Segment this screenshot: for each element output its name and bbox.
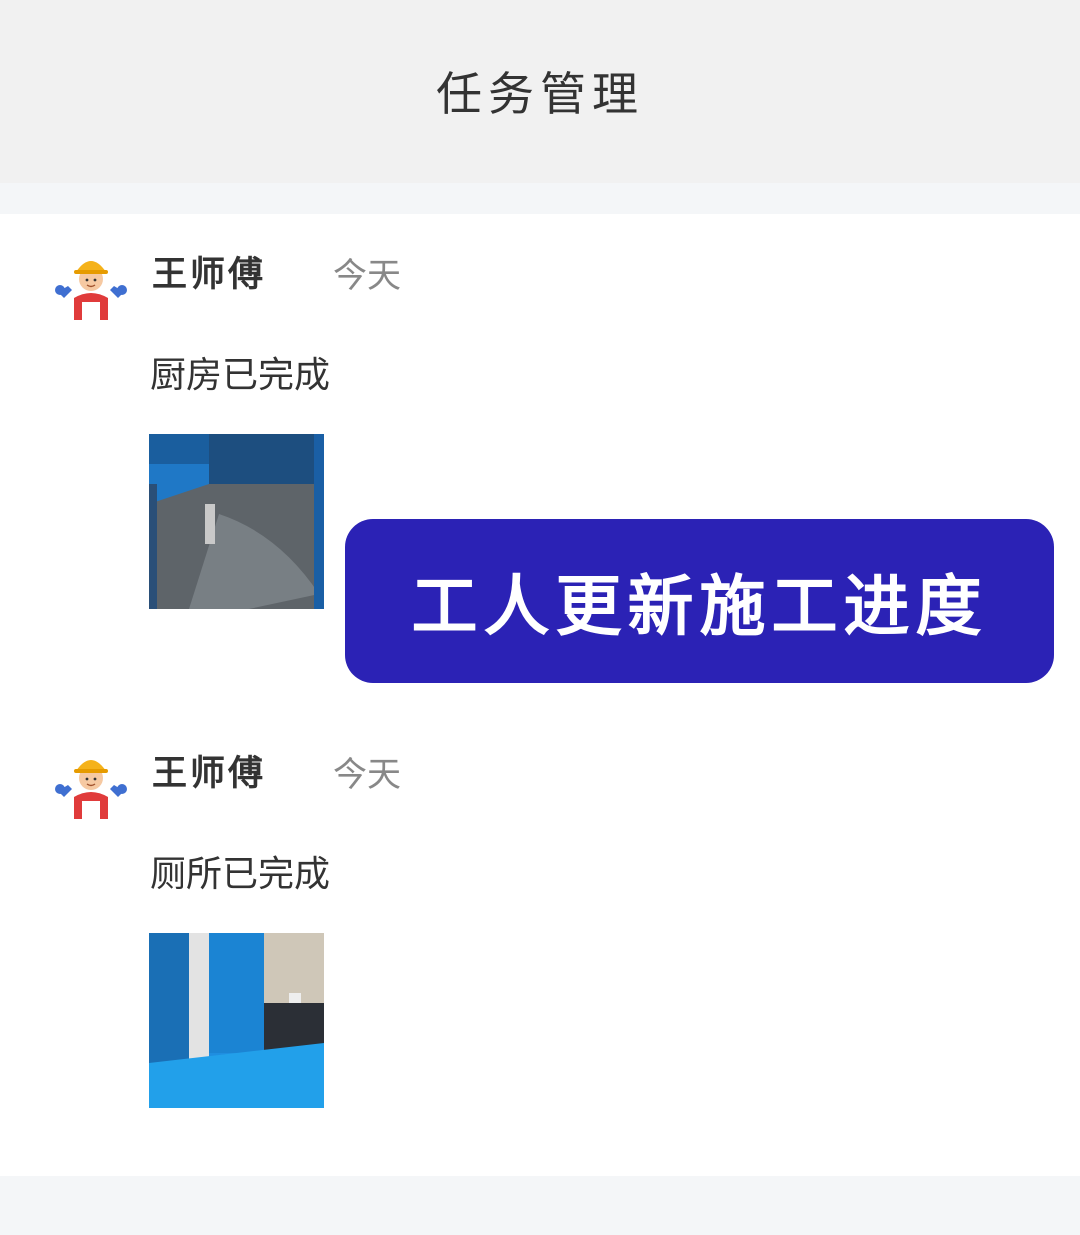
app-header: 任务管理 (0, 0, 1080, 183)
author-name: 王师傅 (152, 754, 267, 794)
post-content: 厨房已完成 (150, 355, 331, 396)
post-time: 今天 (333, 256, 401, 296)
banner-text: 工人更新施工进度 (411, 568, 988, 645)
post-time: 今天 (333, 755, 401, 795)
task-feed: 王师傅 今天 厨房已完成 王师傅 今天 厕所已完成 (0, 214, 1080, 1176)
author-name: 王师傅 (152, 255, 267, 295)
worker-avatar-icon[interactable] (54, 246, 128, 320)
page-title: 任务管理 (436, 66, 644, 121)
progress-update-banner: 工人更新施工进度 (345, 519, 1054, 683)
post-content: 厕所已完成 (150, 854, 331, 895)
task-post: 王师傅 今天 厕所已完成 (0, 741, 1080, 1221)
kitchen-floor-photo[interactable] (149, 434, 324, 609)
worker-avatar-icon[interactable] (54, 745, 128, 819)
bathroom-photo[interactable] (149, 933, 324, 1108)
